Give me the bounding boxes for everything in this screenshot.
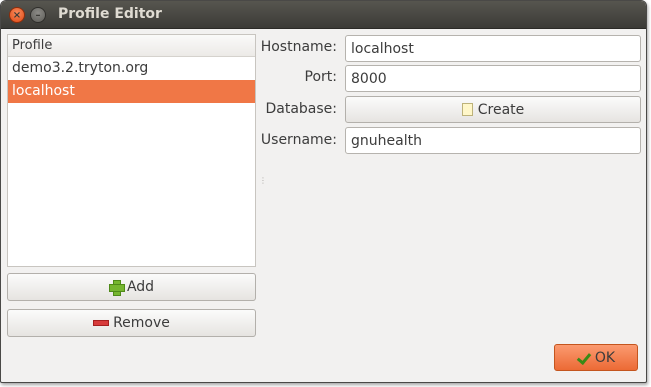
create-database-button[interactable]: Create [345,96,641,123]
profile-editor-window: × – Profile Editor Profile demo3.2.tryto… [0,0,647,383]
profile-list-item-selected[interactable]: localhost [8,80,255,103]
username-label: Username: [260,132,337,148]
close-icon[interactable]: × [9,7,25,23]
add-profile-button[interactable]: Add [7,273,256,301]
remove-profile-button[interactable]: Remove [7,309,256,337]
ok-button-label: OK [594,349,616,366]
create-button-label: Create [477,101,525,118]
remove-button-label: Remove [113,315,170,331]
profile-list-item[interactable]: demo3.2.tryton.org [8,57,255,80]
profile-column-header[interactable]: Profile [8,35,255,57]
pane-splitter-handle[interactable]: ⋮ [259,177,267,189]
minus-icon [93,320,110,326]
username-field[interactable] [345,127,641,154]
minimize-icon[interactable]: – [30,7,46,23]
plus-icon [108,280,125,296]
profile-list: Profile demo3.2.tryton.org localhost [7,34,256,267]
port-field[interactable] [345,65,641,92]
add-button-label: Add [126,279,155,295]
port-label: Port: [304,69,337,85]
hostname-label: Hostname: [260,39,337,55]
title-bar[interactable]: × – Profile Editor [1,1,646,29]
new-page-icon [461,103,473,116]
window-title: Profile Editor [58,6,162,22]
check-icon [577,351,591,365]
hostname-field[interactable] [345,35,641,62]
ok-button[interactable]: OK [554,344,638,371]
database-label: Database: [265,101,337,117]
